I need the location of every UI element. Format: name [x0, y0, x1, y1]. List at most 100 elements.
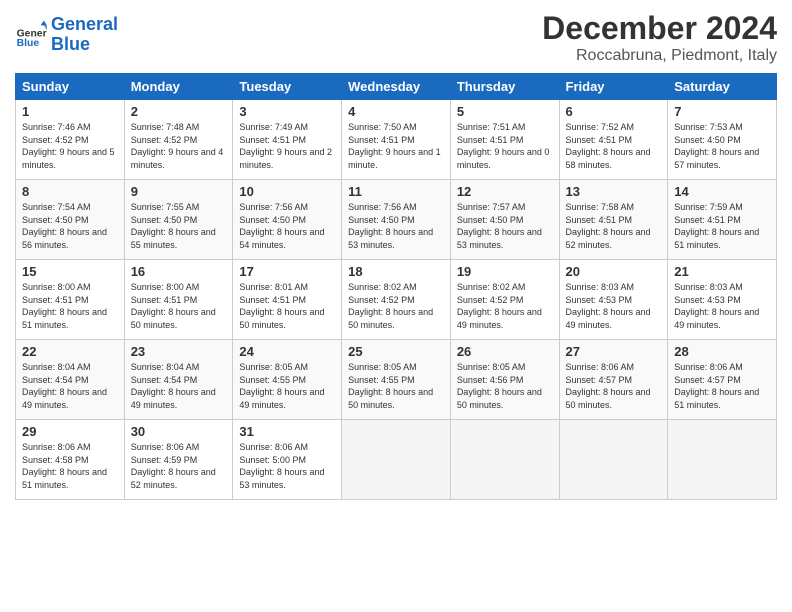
- header-cell-thursday: Thursday: [450, 74, 559, 100]
- day-number: 2: [131, 104, 227, 119]
- header-cell-saturday: Saturday: [668, 74, 777, 100]
- day-info: Sunrise: 8:06 AMSunset: 5:00 PMDaylight:…: [239, 442, 324, 490]
- day-cell: 12 Sunrise: 7:57 AMSunset: 4:50 PMDaylig…: [450, 180, 559, 260]
- day-info: Sunrise: 7:46 AMSunset: 4:52 PMDaylight:…: [22, 122, 115, 170]
- day-number: 1: [22, 104, 118, 119]
- day-cell: 22 Sunrise: 8:04 AMSunset: 4:54 PMDaylig…: [16, 340, 125, 420]
- day-info: Sunrise: 8:00 AMSunset: 4:51 PMDaylight:…: [22, 282, 107, 330]
- day-cell: 9 Sunrise: 7:55 AMSunset: 4:50 PMDayligh…: [124, 180, 233, 260]
- logo-text: General Blue: [51, 15, 118, 55]
- day-info: Sunrise: 7:55 AMSunset: 4:50 PMDaylight:…: [131, 202, 216, 250]
- main-container: General Blue General Blue December 2024 …: [0, 0, 792, 510]
- week-row-5: 29 Sunrise: 8:06 AMSunset: 4:58 PMDaylig…: [16, 420, 777, 500]
- day-number: 15: [22, 264, 118, 279]
- day-number: 19: [457, 264, 553, 279]
- day-cell: 11 Sunrise: 7:56 AMSunset: 4:50 PMDaylig…: [342, 180, 451, 260]
- day-cell: 3 Sunrise: 7:49 AMSunset: 4:51 PMDayligh…: [233, 100, 342, 180]
- day-cell: 18 Sunrise: 8:02 AMSunset: 4:52 PMDaylig…: [342, 260, 451, 340]
- day-info: Sunrise: 7:59 AMSunset: 4:51 PMDaylight:…: [674, 202, 759, 250]
- logo: General Blue General Blue: [15, 15, 118, 55]
- day-number: 30: [131, 424, 227, 439]
- day-number: 13: [566, 184, 662, 199]
- logo-general: General: [51, 14, 118, 34]
- day-cell: 20 Sunrise: 8:03 AMSunset: 4:53 PMDaylig…: [559, 260, 668, 340]
- day-number: 25: [348, 344, 444, 359]
- day-number: 29: [22, 424, 118, 439]
- day-cell: 6 Sunrise: 7:52 AMSunset: 4:51 PMDayligh…: [559, 100, 668, 180]
- title-area: December 2024 Roccabruna, Piedmont, Ital…: [542, 10, 777, 65]
- day-cell: 23 Sunrise: 8:04 AMSunset: 4:54 PMDaylig…: [124, 340, 233, 420]
- day-cell: 25 Sunrise: 8:05 AMSunset: 4:55 PMDaylig…: [342, 340, 451, 420]
- day-info: Sunrise: 7:53 AMSunset: 4:50 PMDaylight:…: [674, 122, 759, 170]
- day-number: 27: [566, 344, 662, 359]
- day-info: Sunrise: 7:56 AMSunset: 4:50 PMDaylight:…: [348, 202, 433, 250]
- day-number: 31: [239, 424, 335, 439]
- day-info: Sunrise: 7:57 AMSunset: 4:50 PMDaylight:…: [457, 202, 542, 250]
- day-cell: 2 Sunrise: 7:48 AMSunset: 4:52 PMDayligh…: [124, 100, 233, 180]
- day-info: Sunrise: 7:52 AMSunset: 4:51 PMDaylight:…: [566, 122, 651, 170]
- day-cell: 14 Sunrise: 7:59 AMSunset: 4:51 PMDaylig…: [668, 180, 777, 260]
- day-cell: [668, 420, 777, 500]
- logo-icon: General Blue: [15, 19, 47, 51]
- day-info: Sunrise: 7:51 AMSunset: 4:51 PMDaylight:…: [457, 122, 550, 170]
- day-info: Sunrise: 8:06 AMSunset: 4:58 PMDaylight:…: [22, 442, 107, 490]
- day-number: 6: [566, 104, 662, 119]
- day-number: 9: [131, 184, 227, 199]
- day-info: Sunrise: 8:03 AMSunset: 4:53 PMDaylight:…: [566, 282, 651, 330]
- day-info: Sunrise: 8:05 AMSunset: 4:55 PMDaylight:…: [239, 362, 324, 410]
- day-cell: 31 Sunrise: 8:06 AMSunset: 5:00 PMDaylig…: [233, 420, 342, 500]
- day-number: 10: [239, 184, 335, 199]
- day-info: Sunrise: 7:54 AMSunset: 4:50 PMDaylight:…: [22, 202, 107, 250]
- day-cell: 17 Sunrise: 8:01 AMSunset: 4:51 PMDaylig…: [233, 260, 342, 340]
- header-row: SundayMondayTuesdayWednesdayThursdayFrid…: [16, 74, 777, 100]
- day-number: 22: [22, 344, 118, 359]
- day-cell: 15 Sunrise: 8:00 AMSunset: 4:51 PMDaylig…: [16, 260, 125, 340]
- day-cell: 30 Sunrise: 8:06 AMSunset: 4:59 PMDaylig…: [124, 420, 233, 500]
- day-number: 18: [348, 264, 444, 279]
- day-info: Sunrise: 8:00 AMSunset: 4:51 PMDaylight:…: [131, 282, 216, 330]
- day-cell: [342, 420, 451, 500]
- day-number: 16: [131, 264, 227, 279]
- day-number: 14: [674, 184, 770, 199]
- day-cell: 4 Sunrise: 7:50 AMSunset: 4:51 PMDayligh…: [342, 100, 451, 180]
- week-row-1: 1 Sunrise: 7:46 AMSunset: 4:52 PMDayligh…: [16, 100, 777, 180]
- month-title: December 2024: [542, 10, 777, 47]
- week-row-4: 22 Sunrise: 8:04 AMSunset: 4:54 PMDaylig…: [16, 340, 777, 420]
- header-cell-monday: Monday: [124, 74, 233, 100]
- day-info: Sunrise: 8:02 AMSunset: 4:52 PMDaylight:…: [457, 282, 542, 330]
- day-info: Sunrise: 7:58 AMSunset: 4:51 PMDaylight:…: [566, 202, 651, 250]
- day-info: Sunrise: 8:06 AMSunset: 4:57 PMDaylight:…: [566, 362, 651, 410]
- day-cell: 7 Sunrise: 7:53 AMSunset: 4:50 PMDayligh…: [668, 100, 777, 180]
- day-info: Sunrise: 7:48 AMSunset: 4:52 PMDaylight:…: [131, 122, 224, 170]
- day-cell: 5 Sunrise: 7:51 AMSunset: 4:51 PMDayligh…: [450, 100, 559, 180]
- day-cell: 21 Sunrise: 8:03 AMSunset: 4:53 PMDaylig…: [668, 260, 777, 340]
- day-cell: 28 Sunrise: 8:06 AMSunset: 4:57 PMDaylig…: [668, 340, 777, 420]
- day-info: Sunrise: 8:06 AMSunset: 4:57 PMDaylight:…: [674, 362, 759, 410]
- day-number: 7: [674, 104, 770, 119]
- calendar-table: SundayMondayTuesdayWednesdayThursdayFrid…: [15, 73, 777, 500]
- day-cell: 27 Sunrise: 8:06 AMSunset: 4:57 PMDaylig…: [559, 340, 668, 420]
- header-cell-sunday: Sunday: [16, 74, 125, 100]
- location: Roccabruna, Piedmont, Italy: [542, 47, 777, 65]
- day-number: 12: [457, 184, 553, 199]
- day-cell: 8 Sunrise: 7:54 AMSunset: 4:50 PMDayligh…: [16, 180, 125, 260]
- header-cell-wednesday: Wednesday: [342, 74, 451, 100]
- day-number: 4: [348, 104, 444, 119]
- day-number: 21: [674, 264, 770, 279]
- day-info: Sunrise: 8:05 AMSunset: 4:56 PMDaylight:…: [457, 362, 542, 410]
- day-info: Sunrise: 7:49 AMSunset: 4:51 PMDaylight:…: [239, 122, 332, 170]
- logo-blue: Blue: [51, 34, 90, 54]
- header-cell-friday: Friday: [559, 74, 668, 100]
- day-number: 23: [131, 344, 227, 359]
- day-cell: 13 Sunrise: 7:58 AMSunset: 4:51 PMDaylig…: [559, 180, 668, 260]
- day-number: 8: [22, 184, 118, 199]
- svg-text:Blue: Blue: [17, 38, 40, 49]
- week-row-3: 15 Sunrise: 8:00 AMSunset: 4:51 PMDaylig…: [16, 260, 777, 340]
- day-info: Sunrise: 7:56 AMSunset: 4:50 PMDaylight:…: [239, 202, 324, 250]
- day-number: 11: [348, 184, 444, 199]
- day-cell: 24 Sunrise: 8:05 AMSunset: 4:55 PMDaylig…: [233, 340, 342, 420]
- header-cell-tuesday: Tuesday: [233, 74, 342, 100]
- day-number: 3: [239, 104, 335, 119]
- day-number: 20: [566, 264, 662, 279]
- day-cell: [559, 420, 668, 500]
